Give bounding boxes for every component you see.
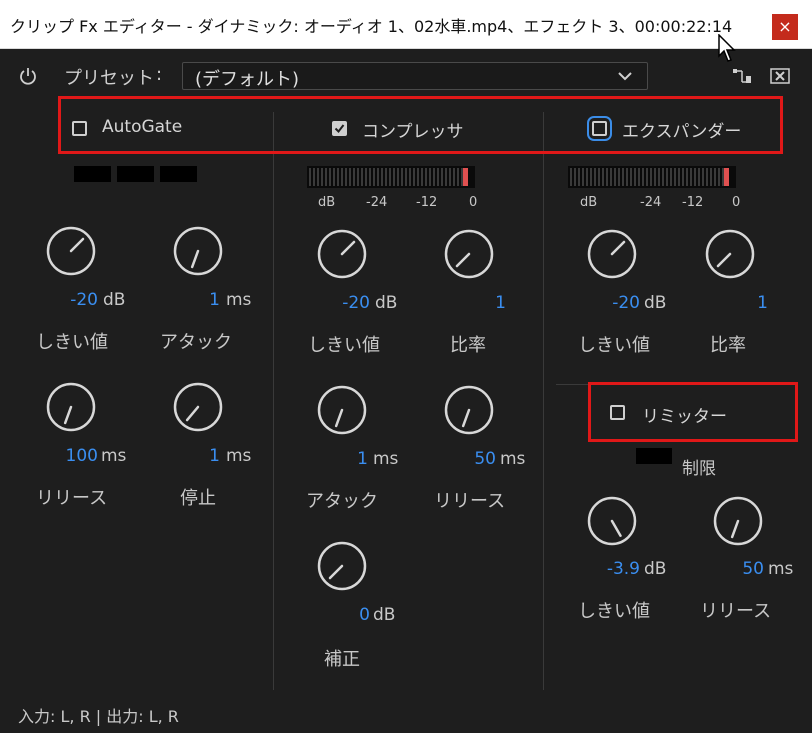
- expander-meter-label-24: -24: [640, 195, 662, 210]
- autogate-hold-knob[interactable]: [172, 381, 224, 433]
- autogate-hold-unit: ms: [226, 446, 252, 466]
- compressor-release-unit: ms: [500, 449, 526, 469]
- limiter-limit-label: 制限: [682, 459, 716, 479]
- compressor-attack-label: アタック: [306, 491, 378, 512]
- autogate-threshold-knob[interactable]: [45, 225, 97, 277]
- autogate-hold-value[interactable]: 1: [190, 446, 220, 466]
- routing-icon[interactable]: [732, 68, 752, 84]
- power-icon[interactable]: [18, 66, 38, 86]
- autogate-attack-value[interactable]: 1: [190, 290, 220, 310]
- compressor-makeup-label: 補正: [324, 649, 360, 670]
- compressor-ratio-value[interactable]: 1: [480, 293, 506, 313]
- checkmark-icon: [334, 124, 345, 134]
- compressor-threshold-unit: dB: [375, 293, 398, 313]
- expander-ratio-value[interactable]: 1: [742, 293, 768, 313]
- compressor-release-label: リリース: [434, 491, 506, 512]
- compressor-ratio-knob[interactable]: [443, 228, 495, 280]
- expander-threshold-knob[interactable]: [586, 228, 638, 280]
- compressor-meter-label-24: -24: [366, 195, 388, 210]
- compressor-attack-value[interactable]: 1: [338, 449, 368, 469]
- autogate-threshold-value[interactable]: -20: [40, 290, 98, 310]
- expander-meter-label-0: 0: [732, 195, 741, 210]
- expander-meter-label-12: -12: [682, 195, 704, 210]
- mouse-cursor-icon: [718, 34, 736, 62]
- autogate-meter-1: [74, 166, 111, 182]
- autogate-attack-knob[interactable]: [172, 225, 224, 277]
- expander-threshold-unit: dB: [644, 293, 667, 313]
- limiter-release-value[interactable]: 50: [728, 559, 764, 579]
- autogate-threshold-unit: dB: [103, 290, 126, 310]
- compressor-level-meter: [307, 166, 475, 188]
- compressor-meter-label-db: dB: [318, 195, 336, 210]
- autogate-attack-unit: ms: [226, 290, 252, 310]
- autogate-attack-label: アタック: [160, 332, 232, 353]
- title-bar: クリップ Fx エディター - ダイナミック: オーディオ 1、02水車.mp4…: [0, 0, 812, 49]
- io-status-text: 入力: L, R | 出力: L, R: [18, 707, 179, 726]
- compressor-ratio-label: 比率: [450, 335, 486, 356]
- autogate-meter-2: [117, 166, 154, 182]
- autogate-meter-3: [160, 166, 197, 182]
- limiter-label: リミッター: [642, 407, 727, 427]
- limiter-threshold-label: しきい値: [578, 601, 650, 622]
- autogate-checkbox[interactable]: [72, 121, 87, 136]
- expander-meter-label-db: dB: [580, 195, 598, 210]
- compressor-release-value[interactable]: 50: [460, 449, 496, 469]
- compressor-label: コンプレッサ: [362, 122, 464, 142]
- limiter-threshold-value[interactable]: -3.9: [582, 559, 640, 579]
- preset-value: (デフォルト): [195, 69, 300, 90]
- limiter-threshold-knob[interactable]: [586, 495, 638, 547]
- limiter-release-knob[interactable]: [712, 495, 764, 547]
- limiter-release-unit: ms: [768, 559, 794, 579]
- limiter-meter: [636, 448, 672, 464]
- compressor-makeup-unit: dB: [373, 605, 396, 625]
- limiter-release-label: リリース: [700, 601, 772, 622]
- autogate-threshold-label: しきい値: [36, 332, 108, 353]
- compressor-checkbox[interactable]: [332, 121, 347, 136]
- compressor-makeup-knob[interactable]: [316, 540, 368, 592]
- preset-colon: :: [156, 64, 163, 85]
- compressor-meter-label-12: -12: [416, 195, 438, 210]
- chevron-down-icon: [618, 72, 632, 81]
- compressor-release-knob[interactable]: [443, 384, 495, 436]
- expander-ratio-knob[interactable]: [704, 228, 756, 280]
- expander-checkbox[interactable]: [587, 116, 612, 141]
- autogate-release-unit: ms: [101, 446, 127, 466]
- autogate-release-label: リリース: [36, 488, 108, 509]
- autogate-label: AutoGate: [102, 117, 183, 137]
- autogate-release-knob[interactable]: [45, 381, 97, 433]
- compressor-attack-unit: ms: [373, 449, 399, 469]
- compressor-threshold-value[interactable]: -20: [312, 293, 370, 313]
- expander-threshold-label: しきい値: [578, 335, 650, 356]
- expander-level-meter: [568, 166, 736, 188]
- compressor-threshold-label: しきい値: [308, 335, 380, 356]
- remove-effect-icon[interactable]: [770, 68, 790, 84]
- column-divider: [543, 112, 544, 690]
- limiter-checkbox[interactable]: [610, 405, 625, 420]
- column-divider: [273, 112, 274, 690]
- limiter-threshold-unit: dB: [644, 559, 667, 579]
- preset-dropdown[interactable]: (デフォルト): [182, 62, 648, 90]
- expander-label: エクスパンダー: [622, 122, 742, 142]
- autogate-release-value[interactable]: 100: [40, 446, 98, 466]
- close-button[interactable]: ×: [772, 14, 798, 40]
- compressor-meter-label-0: 0: [469, 195, 478, 210]
- compressor-makeup-value[interactable]: 0: [348, 605, 370, 625]
- expander-threshold-value[interactable]: -20: [582, 293, 640, 313]
- autogate-hold-label: 停止: [180, 488, 216, 509]
- preset-label: プリセット: [64, 68, 154, 89]
- window-title: クリップ Fx エディター - ダイナミック: オーディオ 1、02水車.mp4…: [10, 17, 733, 36]
- compressor-threshold-knob[interactable]: [316, 228, 368, 280]
- expander-ratio-label: 比率: [710, 335, 746, 356]
- compressor-attack-knob[interactable]: [316, 384, 368, 436]
